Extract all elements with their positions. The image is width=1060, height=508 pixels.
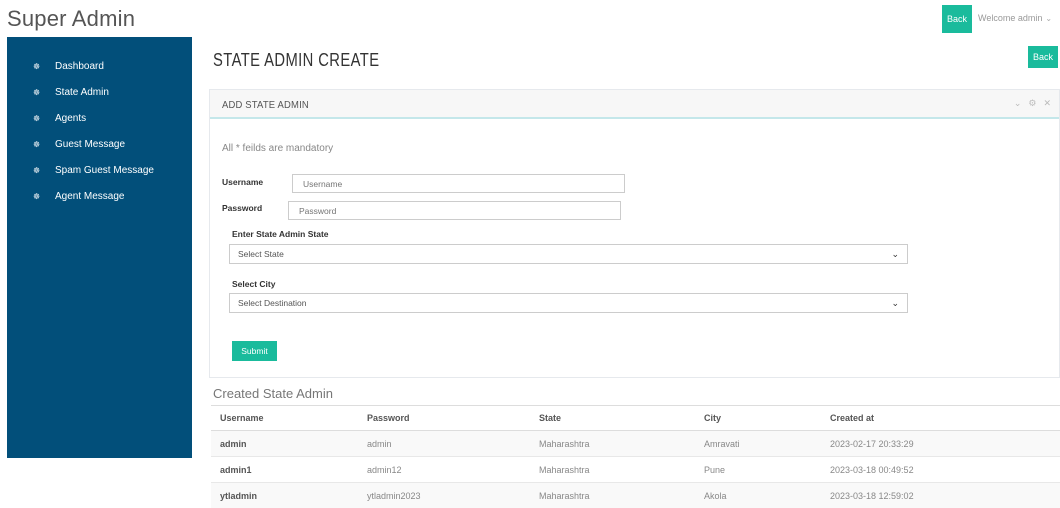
- table-header-row: Username Password State City Created at: [211, 405, 1060, 431]
- table-row: admin1 admin12 Maharashtra Pune 2023-03-…: [211, 456, 1060, 483]
- chevron-down-icon: ⌄: [891, 249, 899, 259]
- cell-password: admin: [358, 430, 530, 457]
- state-label: Enter State Admin State: [232, 229, 329, 239]
- username-label: Username: [222, 177, 264, 187]
- sidebar: ☸ Dashboard ☸ State Admin ☸ Agents ☸ Guest M…: [7, 37, 192, 458]
- mandatory-note: All * feilds are mandatory: [222, 143, 334, 154]
- cell-created-at: 2023-03-18 12:59:02: [821, 482, 1060, 508]
- sidebar-item-label: Agents: [55, 112, 87, 124]
- sidebar-item-label: Dashboard: [55, 60, 104, 72]
- table-row: admin admin Maharashtra Amravati 2023-02…: [211, 430, 1060, 457]
- dashboard-icon: ☸: [33, 165, 41, 175]
- city-select[interactable]: Select Destination ⌄: [229, 293, 908, 313]
- column-header-created-at: Created at: [821, 405, 1060, 431]
- cell-password: ytladmin2023: [358, 482, 530, 508]
- sidebar-item-label: Spam Guest Message: [55, 164, 154, 176]
- column-header-city: City: [695, 405, 821, 431]
- welcome-text: Welcome admin: [978, 13, 1043, 23]
- sidebar-item-guest-message[interactable]: ☸ Guest Message: [7, 131, 192, 157]
- add-state-admin-panel: ADD STATE ADMIN ⌄ ⚙ ✕: [209, 89, 1060, 378]
- sidebar-item-label: State Admin: [55, 86, 109, 98]
- cell-username: ytladmin: [211, 482, 358, 508]
- password-input[interactable]: [288, 201, 621, 220]
- user-menu[interactable]: Welcome admin ⌄: [978, 13, 1052, 23]
- panel-header: ADD STATE ADMIN ⌄ ⚙ ✕: [210, 90, 1059, 119]
- dashboard-icon: ☸: [33, 61, 41, 71]
- cell-created-at: 2023-03-18 00:49:52: [821, 456, 1060, 483]
- sidebar-item-dashboard[interactable]: ☸ Dashboard: [7, 53, 192, 79]
- gear-icon[interactable]: ⚙: [1028, 98, 1036, 109]
- column-header-username: Username: [211, 405, 358, 431]
- cell-password: admin12: [358, 456, 530, 483]
- cell-state: Maharashtra: [530, 456, 695, 483]
- state-select[interactable]: Select State ⌄: [229, 244, 908, 264]
- column-header-state: State: [530, 405, 695, 431]
- submit-button[interactable]: Submit: [232, 341, 277, 361]
- created-state-admin-title: Created State Admin: [213, 386, 333, 401]
- collapse-icon[interactable]: ⌄: [1014, 98, 1022, 109]
- username-input[interactable]: [292, 174, 625, 193]
- city-select-value: Select Destination: [238, 298, 307, 308]
- cell-city: Pune: [695, 456, 821, 483]
- sidebar-item-spam-guest-message[interactable]: ☸ Spam Guest Message: [7, 157, 192, 183]
- password-label: Password: [222, 203, 263, 213]
- dashboard-icon: ☸: [33, 87, 41, 97]
- cell-created-at: 2023-02-17 20:33:29: [821, 430, 1060, 457]
- dashboard-icon: ☸: [33, 139, 41, 149]
- sidebar-item-agents[interactable]: ☸ Agents: [7, 105, 192, 131]
- chevron-down-icon: ⌄: [891, 298, 899, 308]
- cell-city: Akola: [695, 482, 821, 508]
- table-row: ytladmin ytladmin2023 Maharashtra Akola …: [211, 482, 1060, 508]
- page-title: STATE ADMIN CREATE: [213, 50, 380, 70]
- cell-username: admin: [211, 430, 358, 457]
- dashboard-icon: ☸: [33, 191, 41, 201]
- dashboard-icon: ☸: [33, 113, 41, 123]
- column-header-password: Password: [358, 405, 530, 431]
- chevron-down-icon: ⌄: [1045, 14, 1053, 23]
- state-select-value: Select State: [238, 249, 284, 259]
- top-bar: Super Admin Back Welcome admin ⌄: [0, 0, 1060, 37]
- sidebar-item-agent-message[interactable]: ☸ Agent Message: [7, 183, 192, 209]
- sidebar-item-label: Guest Message: [55, 138, 126, 150]
- cell-city: Amravati: [695, 430, 821, 457]
- brand-title: Super Admin: [7, 6, 136, 31]
- city-label: Select City: [232, 279, 276, 289]
- cell-state: Maharashtra: [530, 430, 695, 457]
- state-admin-table: Username Password State City Created at …: [211, 405, 1060, 508]
- header-back-button[interactable]: Back: [942, 5, 972, 33]
- page-back-button[interactable]: Back: [1028, 46, 1058, 68]
- close-icon[interactable]: ✕: [1043, 98, 1051, 109]
- cell-username: admin1: [211, 456, 358, 483]
- cell-state: Maharashtra: [530, 482, 695, 508]
- sidebar-item-state-admin[interactable]: ☸ State Admin: [7, 79, 192, 105]
- panel-tools: ⌄ ⚙ ✕: [1014, 98, 1051, 109]
- panel-title: ADD STATE ADMIN: [222, 99, 309, 111]
- sidebar-item-label: Agent Message: [55, 190, 125, 202]
